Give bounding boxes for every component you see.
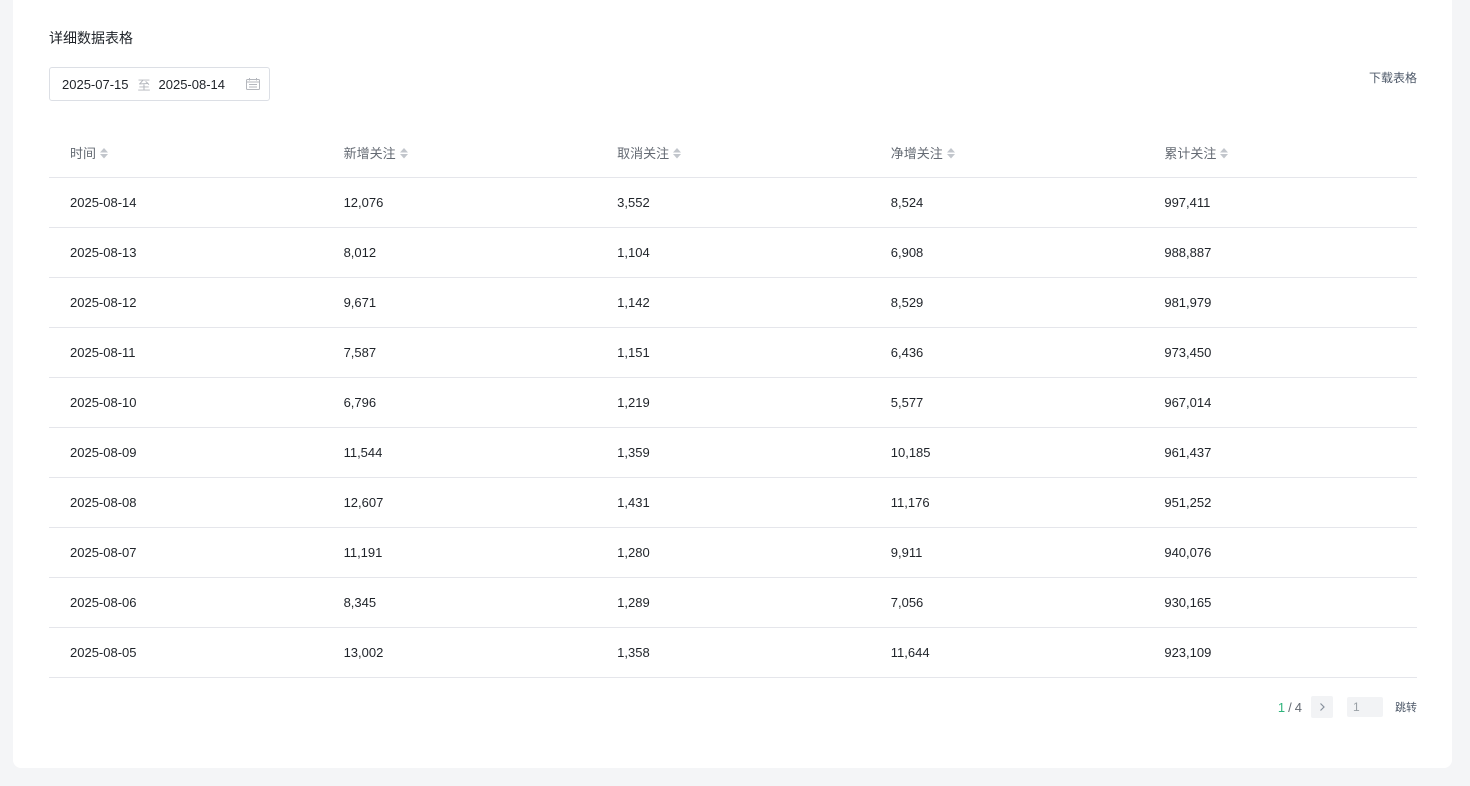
date-range-separator: 至 [137,77,151,93]
pagination-total: 4 [1294,699,1302,715]
table-cell: 1,280 [596,527,870,578]
column-header[interactable]: 新增关注 [322,128,597,178]
table-cell: 6,436 [869,327,1144,378]
table-cell: 7,056 [869,577,1144,628]
table-row: 2025-08-11 7,587 1,151 6,436 973,450 [49,327,1417,378]
table-cell: 12,076 [322,177,597,228]
table-row: 2025-08-13 8,012 1,104 6,908 988,887 [49,227,1417,278]
column-header-label: 净增关注 [890,146,943,161]
sort-icon [946,147,955,158]
section-title: 详细数据表格 [49,30,133,46]
jump-button[interactable]: 跳转 [1395,699,1417,715]
column-header-label: 时间 [70,146,97,161]
table-cell: 8,524 [869,177,1144,228]
column-header-sort[interactable]: 取消关注 [617,143,682,162]
table-cell: 8,345 [322,577,597,628]
table-cell: 5,577 [869,377,1144,428]
table-cell: 961,437 [1143,427,1417,478]
column-header-sort[interactable]: 时间 [70,143,109,162]
table-cell: 6,908 [869,227,1144,278]
table-cell: 2025-08-09 [49,427,323,478]
pagination-current: 1 [1277,699,1286,715]
next-page-button[interactable] [1311,696,1333,718]
column-header-label: 新增关注 [343,146,396,161]
column-header[interactable]: 取消关注 [596,128,870,178]
data-table: 时间 新增关注 取消关注 净增关注 累计关注 2025-08-14 12,076 3,552… [49,128,1417,678]
table-header-row: 时间 新增关注 取消关注 净增关注 累计关注 [49,128,1417,178]
table-cell: 1,289 [596,577,870,628]
table-cell: 11,176 [869,477,1144,528]
column-header[interactable]: 净增关注 [869,128,1144,178]
table-cell: 1,142 [596,277,870,328]
pagination-separator: / [1288,699,1292,715]
table-cell: 967,014 [1143,377,1417,428]
table-row: 2025-08-06 8,345 1,289 7,056 930,165 [49,577,1417,628]
table-row: 2025-08-08 12,607 1,431 11,176 951,252 [49,477,1417,528]
table-cell: 13,002 [322,627,597,678]
date-range-start[interactable]: 2025-07-15 [62,77,129,92]
table-cell: 923,109 [1143,627,1417,678]
table-cell: 3,552 [596,177,870,228]
table-cell: 1,359 [596,427,870,478]
sort-icon [673,147,682,158]
table-row: 2025-08-05 13,002 1,358 11,644 923,109 [49,627,1417,678]
table-row: 2025-08-14 12,076 3,552 8,524 997,411 [49,177,1417,228]
table-cell: 9,911 [869,527,1144,578]
table-row: 2025-08-12 9,671 1,142 8,529 981,979 [49,277,1417,328]
table-cell: 7,587 [322,327,597,378]
column-header[interactable]: 累计关注 [1143,128,1417,178]
table-row: 2025-08-07 11,191 1,280 9,911 940,076 [49,527,1417,578]
table-cell: 1,104 [596,227,870,278]
column-header-sort[interactable]: 新增关注 [344,143,409,162]
table-cell: 8,529 [869,277,1144,328]
table-cell: 981,979 [1143,277,1417,328]
table-cell: 940,076 [1143,527,1417,578]
table-cell: 951,252 [1143,477,1417,528]
date-range-end[interactable]: 2025-08-14 [159,77,226,92]
table-cell: 1,151 [596,327,870,378]
download-table-button[interactable]: 下载表格 [1369,69,1417,86]
table-cell: 2025-08-05 [49,627,323,678]
table-cell: 997,411 [1143,177,1417,228]
sort-icon [399,147,408,158]
column-header-label: 累计关注 [1164,146,1217,161]
table-cell: 2025-08-13 [49,227,323,278]
table-cell: 11,644 [869,627,1144,678]
jump-page-input[interactable] [1347,697,1383,717]
table-cell: 10,185 [869,427,1144,478]
table-cell: 2025-08-08 [49,477,323,528]
table-cell: 9,671 [322,277,597,328]
table-cell: 2025-08-06 [49,577,323,628]
table-cell: 2025-08-07 [49,527,323,578]
table-cell: 988,887 [1143,227,1417,278]
table-cell: 2025-08-11 [49,327,323,378]
sort-icon [100,147,109,158]
calendar-icon [246,78,260,90]
table-row: 2025-08-10 6,796 1,219 5,577 967,014 [49,377,1417,428]
column-header-sort[interactable]: 净增关注 [891,143,956,162]
table-cell: 1,219 [596,377,870,428]
table-cell: 1,431 [596,477,870,528]
table-cell: 2025-08-12 [49,277,323,328]
column-header[interactable]: 时间 [49,128,323,178]
table-cell: 8,012 [322,227,597,278]
table-cell: 1,358 [596,627,870,678]
table-cell: 973,450 [1143,327,1417,378]
table-cell: 2025-08-14 [49,177,323,228]
table-row: 2025-08-09 11,544 1,359 10,185 961,437 [49,427,1417,478]
table-cell: 930,165 [1143,577,1417,628]
chevron-right-icon [1320,703,1325,711]
pagination: 1 / 4 跳转 [1278,696,1417,718]
table-cell: 11,544 [322,427,597,478]
date-range-picker[interactable]: 2025-07-15 至 2025-08-14 [49,67,270,101]
column-header-label: 取消关注 [617,146,670,161]
sort-icon [1220,147,1229,158]
table-body: 2025-08-14 12,076 3,552 8,524 997,411 2025-08… [49,177,1417,678]
column-header-sort[interactable]: 累计关注 [1164,143,1229,162]
table-cell: 2025-08-10 [49,377,323,428]
table-cell: 6,796 [322,377,597,428]
table-cell: 11,191 [322,527,597,578]
table-cell: 12,607 [322,477,597,528]
